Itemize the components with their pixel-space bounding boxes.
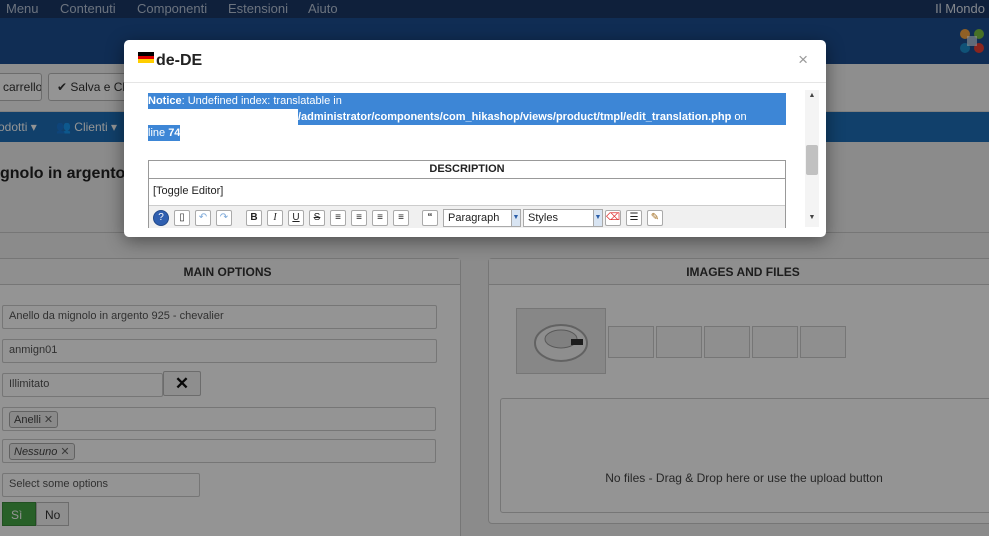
styles-select-value: Styles [528, 212, 558, 224]
notice-line-1: Notice: Undefined index: translatable in [148, 93, 786, 109]
styles-select[interactable]: Styles ▼ [523, 209, 603, 227]
notice-line-number: 74 [168, 127, 181, 139]
close-icon[interactable]: × [798, 50, 808, 70]
align-justify-icon[interactable]: ≡ [330, 210, 346, 226]
notice-line-word: line [148, 127, 169, 139]
translation-modal: de-DE × Notice: Undefined index: transla… [124, 40, 826, 237]
help-icon[interactable]: ? [153, 210, 169, 226]
dropdown-arrow-icon: ▼ [593, 210, 602, 226]
format-select-value: Paragraph [448, 212, 500, 224]
scroll-down-arrow-icon[interactable]: ▼ [805, 214, 819, 224]
align-center-icon[interactable]: ≡ [351, 210, 367, 226]
redo-icon[interactable]: ↷ [216, 210, 232, 226]
notice-path: /administrator/components/com_hikashop/v… [298, 111, 732, 123]
align-right-icon[interactable]: ≡ [393, 210, 409, 226]
toggle-editor-link[interactable]: [Toggle Editor] [153, 185, 223, 197]
notice-on: on [731, 111, 747, 123]
italic-icon[interactable]: I [267, 210, 283, 226]
align-left-icon[interactable]: ≡ [372, 210, 388, 226]
eraser-icon[interactable]: ⌫ [605, 210, 621, 226]
strikethrough-icon[interactable]: S [309, 210, 325, 226]
format-select[interactable]: Paragraph ▼ [443, 209, 521, 227]
blockquote-icon[interactable]: “ [422, 210, 438, 226]
php-notice: Notice: Undefined index: translatable in… [148, 93, 786, 141]
notice-label: Notice [148, 95, 182, 107]
description-box: DESCRIPTION [Toggle Editor] ? ▯ ↶ ↷ B I … [148, 160, 786, 228]
modal-body: Notice: Undefined index: translatable in… [148, 93, 811, 228]
notice-line-3: line 74 [148, 125, 181, 141]
cleanup-broom-icon[interactable]: ✎ [647, 210, 663, 226]
underline-icon[interactable]: U [288, 210, 304, 226]
notice-line-2: /administrator/components/com_hikashop/v… [298, 109, 786, 125]
bold-icon[interactable]: B [246, 210, 262, 226]
new-document-icon[interactable]: ▯ [174, 210, 190, 226]
modal-title: de-DE [156, 52, 203, 69]
modal-header: de-DE × [124, 40, 826, 83]
scroll-thumb[interactable] [806, 145, 818, 175]
notice-text: : Undefined index: translatable in [181, 95, 342, 107]
undo-icon[interactable]: ↶ [195, 210, 211, 226]
description-title: DESCRIPTION [149, 161, 785, 179]
modal-scrollbar[interactable]: ▲ ▼ [805, 90, 819, 227]
editor-toolbar: ? ▯ ↶ ↷ B I U S ≡ ≡ ≡ ≡ “ Paragraph ▼ Sty… [149, 205, 785, 228]
scroll-up-arrow-icon[interactable]: ▲ [805, 92, 819, 102]
german-flag-icon [138, 52, 154, 63]
dropdown-arrow-icon: ▼ [511, 210, 520, 226]
table-icon[interactable]: ☰ [626, 210, 642, 226]
